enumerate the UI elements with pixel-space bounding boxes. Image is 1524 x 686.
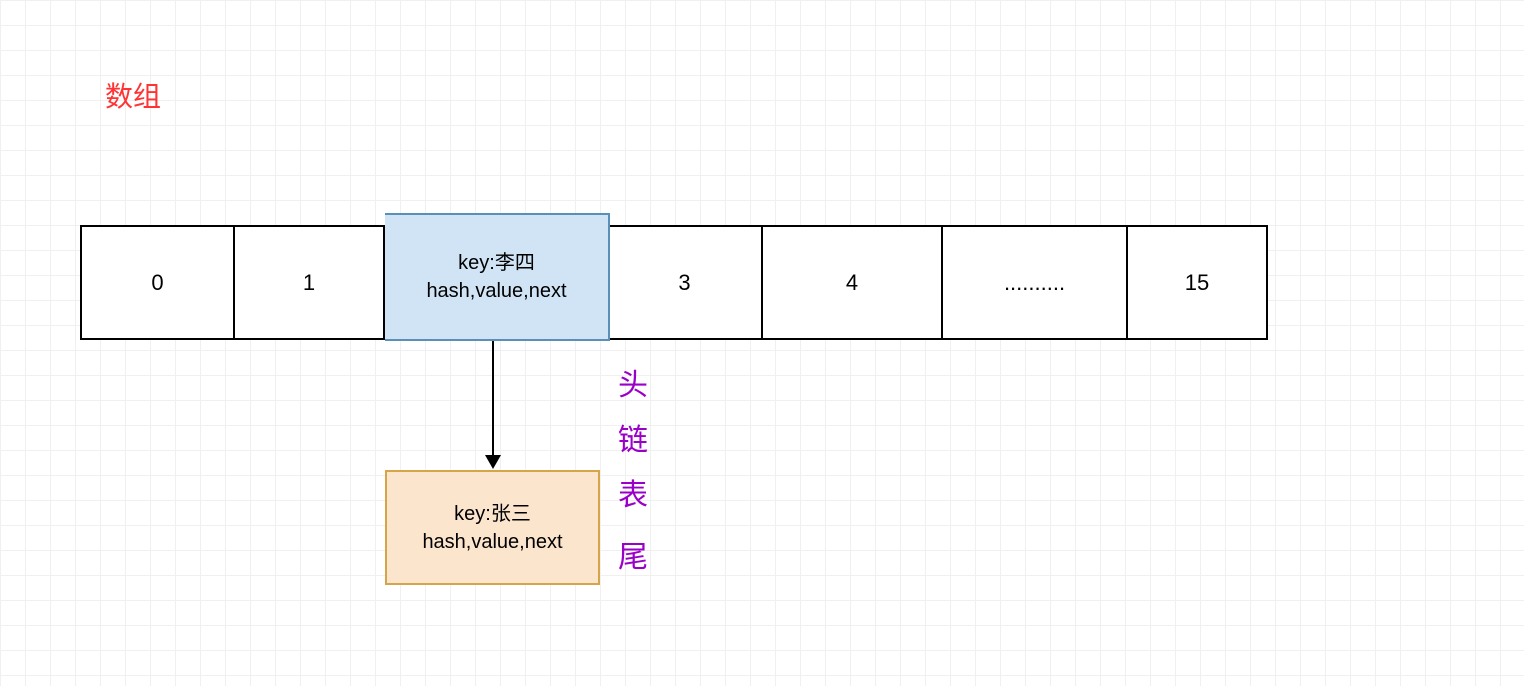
array-cell-2-head-node: key:李四 hash,value,next (385, 213, 610, 341)
head-node-key: key:李四 (458, 249, 535, 277)
linked-node: key:张三 hash,value,next (385, 470, 600, 585)
vertical-label-head: 头 (618, 360, 648, 404)
array-cell-ellipsis: .......... (943, 225, 1128, 340)
vertical-label-linked: 链 (618, 415, 648, 459)
vertical-label-tail: 尾 (618, 532, 648, 576)
array-cell-0: 0 (80, 225, 235, 340)
array-cell-3: 3 (608, 225, 763, 340)
array-cell-15: 15 (1128, 225, 1268, 340)
vertical-label-list: 表 (618, 470, 648, 514)
linked-node-key: key:张三 (454, 500, 531, 528)
arrow-head-icon (485, 455, 501, 469)
array-cell-1: 1 (235, 225, 385, 340)
array-row: 0 1 key:李四 hash,value,next 3 4 .........… (80, 225, 1268, 340)
head-node-fields: hash,value,next (426, 277, 566, 305)
arrow-line (492, 340, 494, 455)
array-cell-4: 4 (763, 225, 943, 340)
linked-node-fields: hash,value,next (422, 528, 562, 556)
next-pointer-arrow (492, 340, 494, 465)
array-title: 数组 (105, 75, 161, 115)
